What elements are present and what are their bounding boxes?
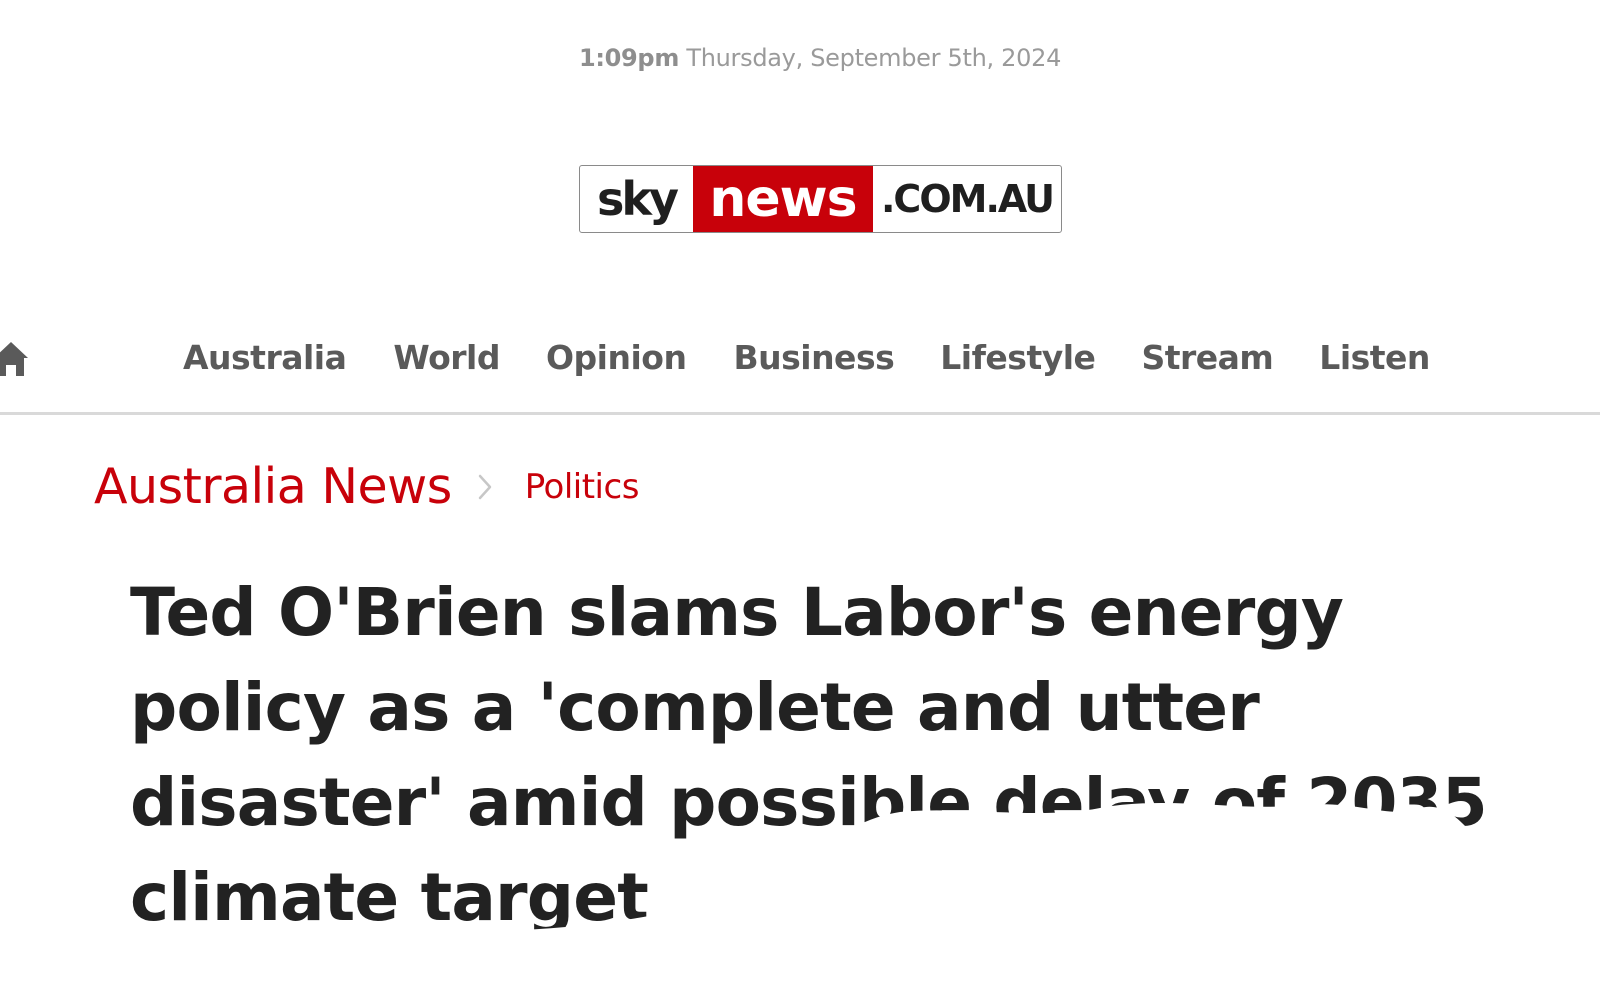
logo-sky-text: sky bbox=[597, 172, 679, 226]
nav-menu: Australia World Opinion Business Lifesty… bbox=[183, 338, 1430, 377]
page: 1:09pm Thursday, September 5th, 2024 sky… bbox=[0, 0, 1600, 982]
article-headline: Ted O'Brien slams Labor's energy policy … bbox=[130, 574, 1488, 936]
current-time: 1:09pm bbox=[578, 44, 680, 72]
logo-news-text: news bbox=[693, 166, 873, 232]
nav-item-listen[interactable]: Listen bbox=[1319, 338, 1430, 377]
current-date: Thursday, September 5th, 2024 bbox=[686, 44, 1062, 72]
breadcrumb-subsection-link[interactable]: Politics bbox=[525, 467, 640, 507]
nav-item-opinion[interactable]: Opinion bbox=[546, 338, 687, 377]
logo-domain-text: .COM.AU bbox=[881, 177, 1055, 221]
nav-item-stream[interactable]: Stream bbox=[1141, 338, 1273, 377]
nav-item-world[interactable]: World bbox=[393, 338, 500, 377]
breadcrumb: Australia News Politics bbox=[94, 458, 639, 515]
nav-item-business[interactable]: Business bbox=[733, 338, 894, 377]
nav-item-australia[interactable]: Australia bbox=[183, 338, 347, 377]
date-time-bar: 1:09pm Thursday, September 5th, 2024 bbox=[0, 44, 1600, 72]
breadcrumb-section-link[interactable]: Australia News bbox=[94, 458, 452, 515]
site-logo[interactable]: sky news .COM.AU bbox=[579, 165, 1062, 233]
nav-item-lifestyle[interactable]: Lifestyle bbox=[940, 338, 1096, 377]
main-navigation: Australia World Opinion Business Lifesty… bbox=[0, 320, 1600, 415]
home-icon[interactable] bbox=[0, 340, 28, 376]
chevron-right-icon bbox=[470, 467, 500, 507]
